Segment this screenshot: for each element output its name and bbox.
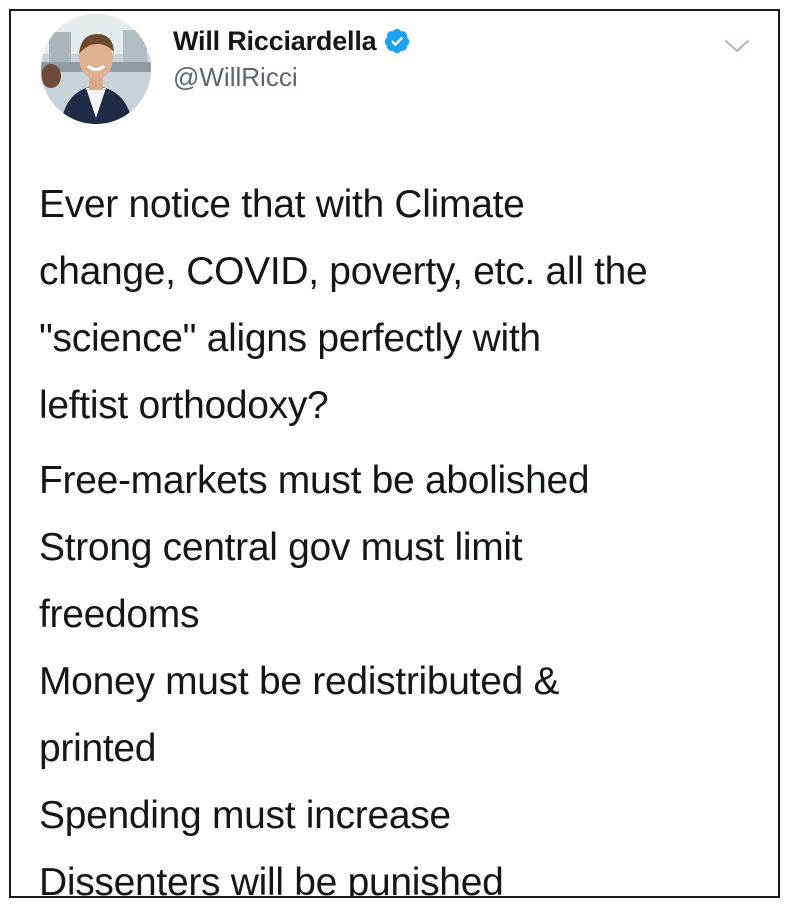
tweet-line: Dissenters will be punished — [39, 861, 504, 898]
tweet-line: Money must be redistributed & — [39, 660, 560, 703]
avatar[interactable] — [41, 14, 151, 124]
tweet-text: Ever notice that with Climate change, CO… — [39, 171, 762, 898]
author-block: Will Ricciardella @WillRicci — [173, 24, 411, 93]
tweet-line: change, COVID, poverty, etc. all the — [39, 250, 648, 293]
display-name[interactable]: Will Ricciardella — [173, 26, 377, 57]
tweet-line: Ever notice that with Climate — [39, 183, 525, 226]
tweet-line: freedoms — [39, 593, 200, 636]
tweet-line: Spending must increase — [39, 794, 451, 837]
tweet-line: "science" aligns perfectly with — [39, 317, 541, 360]
tweet-line: printed — [39, 727, 157, 770]
tweet-line: Strong central gov must limit — [39, 526, 523, 569]
tweet-card: Will Ricciardella @WillRicci Ever notice… — [9, 9, 780, 898]
chevron-down-icon[interactable] — [724, 38, 750, 54]
verified-badge-icon — [383, 27, 411, 55]
tweet-paragraph-1: Ever notice that with Climate change, CO… — [39, 171, 762, 439]
display-name-row: Will Ricciardella — [173, 24, 411, 58]
handle[interactable]: @WillRicci — [173, 62, 411, 93]
tweet-line: leftist orthodoxy? — [39, 384, 329, 427]
tweet-paragraph-2: Free-markets must be abolished Strong ce… — [39, 447, 762, 898]
tweet-line: Free-markets must be abolished — [39, 459, 590, 502]
tweet-header: Will Ricciardella @WillRicci — [41, 14, 758, 132]
